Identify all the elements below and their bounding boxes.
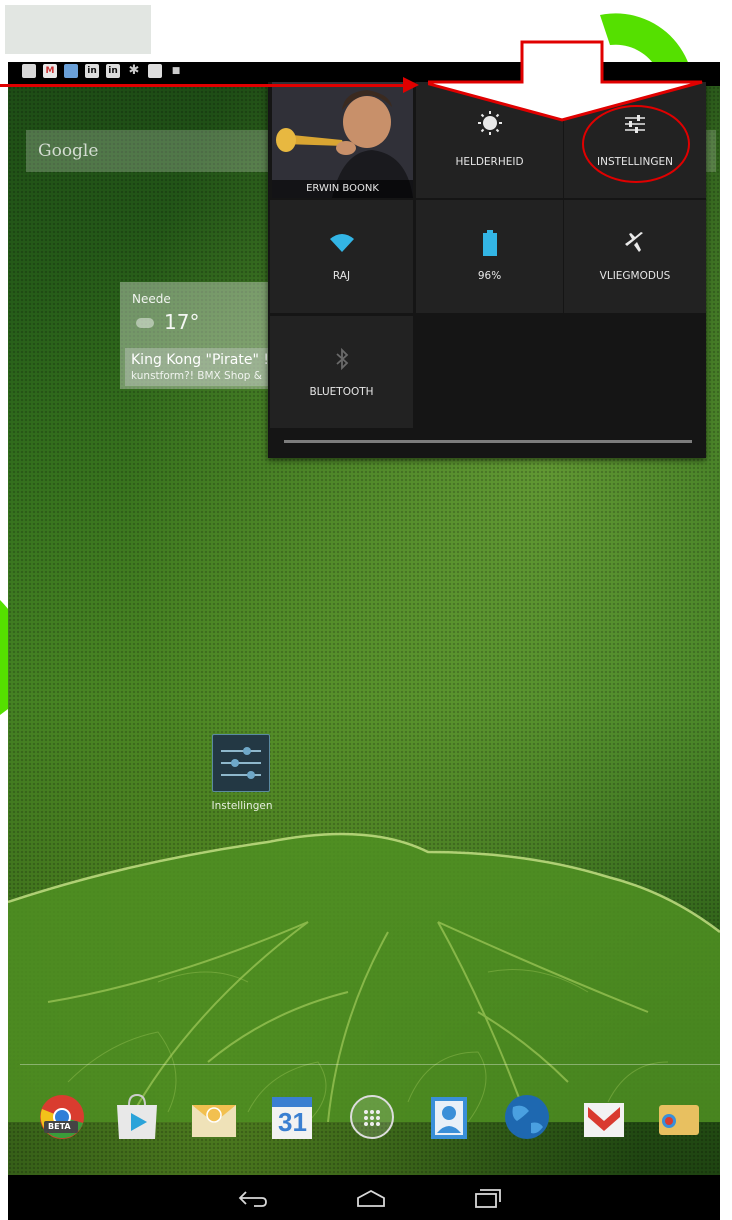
camera-icon: ■ xyxy=(171,66,181,76)
dock-divider xyxy=(20,1064,720,1065)
battery-tile[interactable]: 96% xyxy=(416,200,563,313)
picture-icon xyxy=(22,64,36,78)
settings-icon: ✱ xyxy=(128,63,140,78)
notification-icons[interactable]: M in in ✱ ■ xyxy=(22,64,183,78)
airplane-icon xyxy=(625,232,643,252)
google-search-bar[interactable]: Google xyxy=(26,130,276,172)
calendar-icon[interactable]: 31 xyxy=(268,1093,316,1141)
bluetooth-label: BLUETOOTH xyxy=(309,386,374,398)
browser-globe-icon[interactable] xyxy=(503,1093,551,1141)
search-placeholder: Google xyxy=(38,141,99,161)
quick-settings-handle[interactable] xyxy=(284,440,692,443)
settings-app-icon[interactable] xyxy=(212,734,270,792)
wifi-icon xyxy=(329,234,354,252)
annotation-circle xyxy=(582,105,690,183)
weather-city: Neede xyxy=(132,292,171,306)
annotation-arrow-head xyxy=(403,77,419,93)
voice-search-edge[interactable] xyxy=(706,130,716,172)
gmail-icon: M xyxy=(43,64,57,78)
news-card[interactable]: King Kong "Pirate" ! kunstform?! BMX Sho… xyxy=(125,348,271,386)
battery-label: 96% xyxy=(477,270,502,282)
airplane-mode-label: VLIEGMODUS xyxy=(599,270,671,282)
email-icon xyxy=(64,64,78,78)
bluetooth-icon xyxy=(335,348,348,370)
settings-sliders-icon xyxy=(221,747,261,779)
brightness-label: HELDERHEID xyxy=(455,156,524,168)
wifi-label: RAJ xyxy=(332,270,351,282)
news-title: King Kong "Pirate" ! xyxy=(131,352,269,368)
linkedin-icon: in xyxy=(106,64,120,78)
flipboard-icon xyxy=(148,64,162,78)
play-store-icon[interactable] xyxy=(113,1093,161,1141)
recent-apps-icon[interactable] xyxy=(472,1188,502,1208)
home-icon[interactable] xyxy=(356,1188,386,1208)
app-drawer-icon[interactable] xyxy=(348,1093,396,1141)
chrome-beta-icon[interactable]: BETA xyxy=(38,1093,86,1141)
calendar-day: 31 xyxy=(278,1107,307,1137)
weather-temperature: 17° xyxy=(164,310,200,334)
chrome-beta-badge: BETA xyxy=(48,1122,71,1131)
cloud-icon xyxy=(136,318,154,328)
gmail-app-icon[interactable] xyxy=(580,1093,628,1141)
wallet-icon[interactable] xyxy=(655,1093,703,1141)
email-app-icon[interactable] xyxy=(190,1093,238,1141)
profile-name: ERWIN BOONK xyxy=(272,180,413,198)
airplane-mode-tile[interactable]: VLIEGMODUS xyxy=(564,200,706,313)
annotation-arrow-line xyxy=(0,84,405,87)
wifi-tile[interactable]: RAJ xyxy=(270,200,413,313)
contacts-icon[interactable] xyxy=(425,1093,473,1141)
leaf-wallpaper-graphic xyxy=(8,832,720,1122)
linkedin-icon: in xyxy=(85,64,99,78)
news-subtitle: kunstform?! BMX Shop & xyxy=(131,370,262,382)
back-icon[interactable] xyxy=(238,1188,268,1208)
battery-icon xyxy=(482,230,497,256)
bluetooth-tile[interactable]: BLUETOOTH xyxy=(270,316,413,428)
weather-card[interactable] xyxy=(5,5,151,54)
settings-app-label: Instellingen xyxy=(211,800,273,812)
